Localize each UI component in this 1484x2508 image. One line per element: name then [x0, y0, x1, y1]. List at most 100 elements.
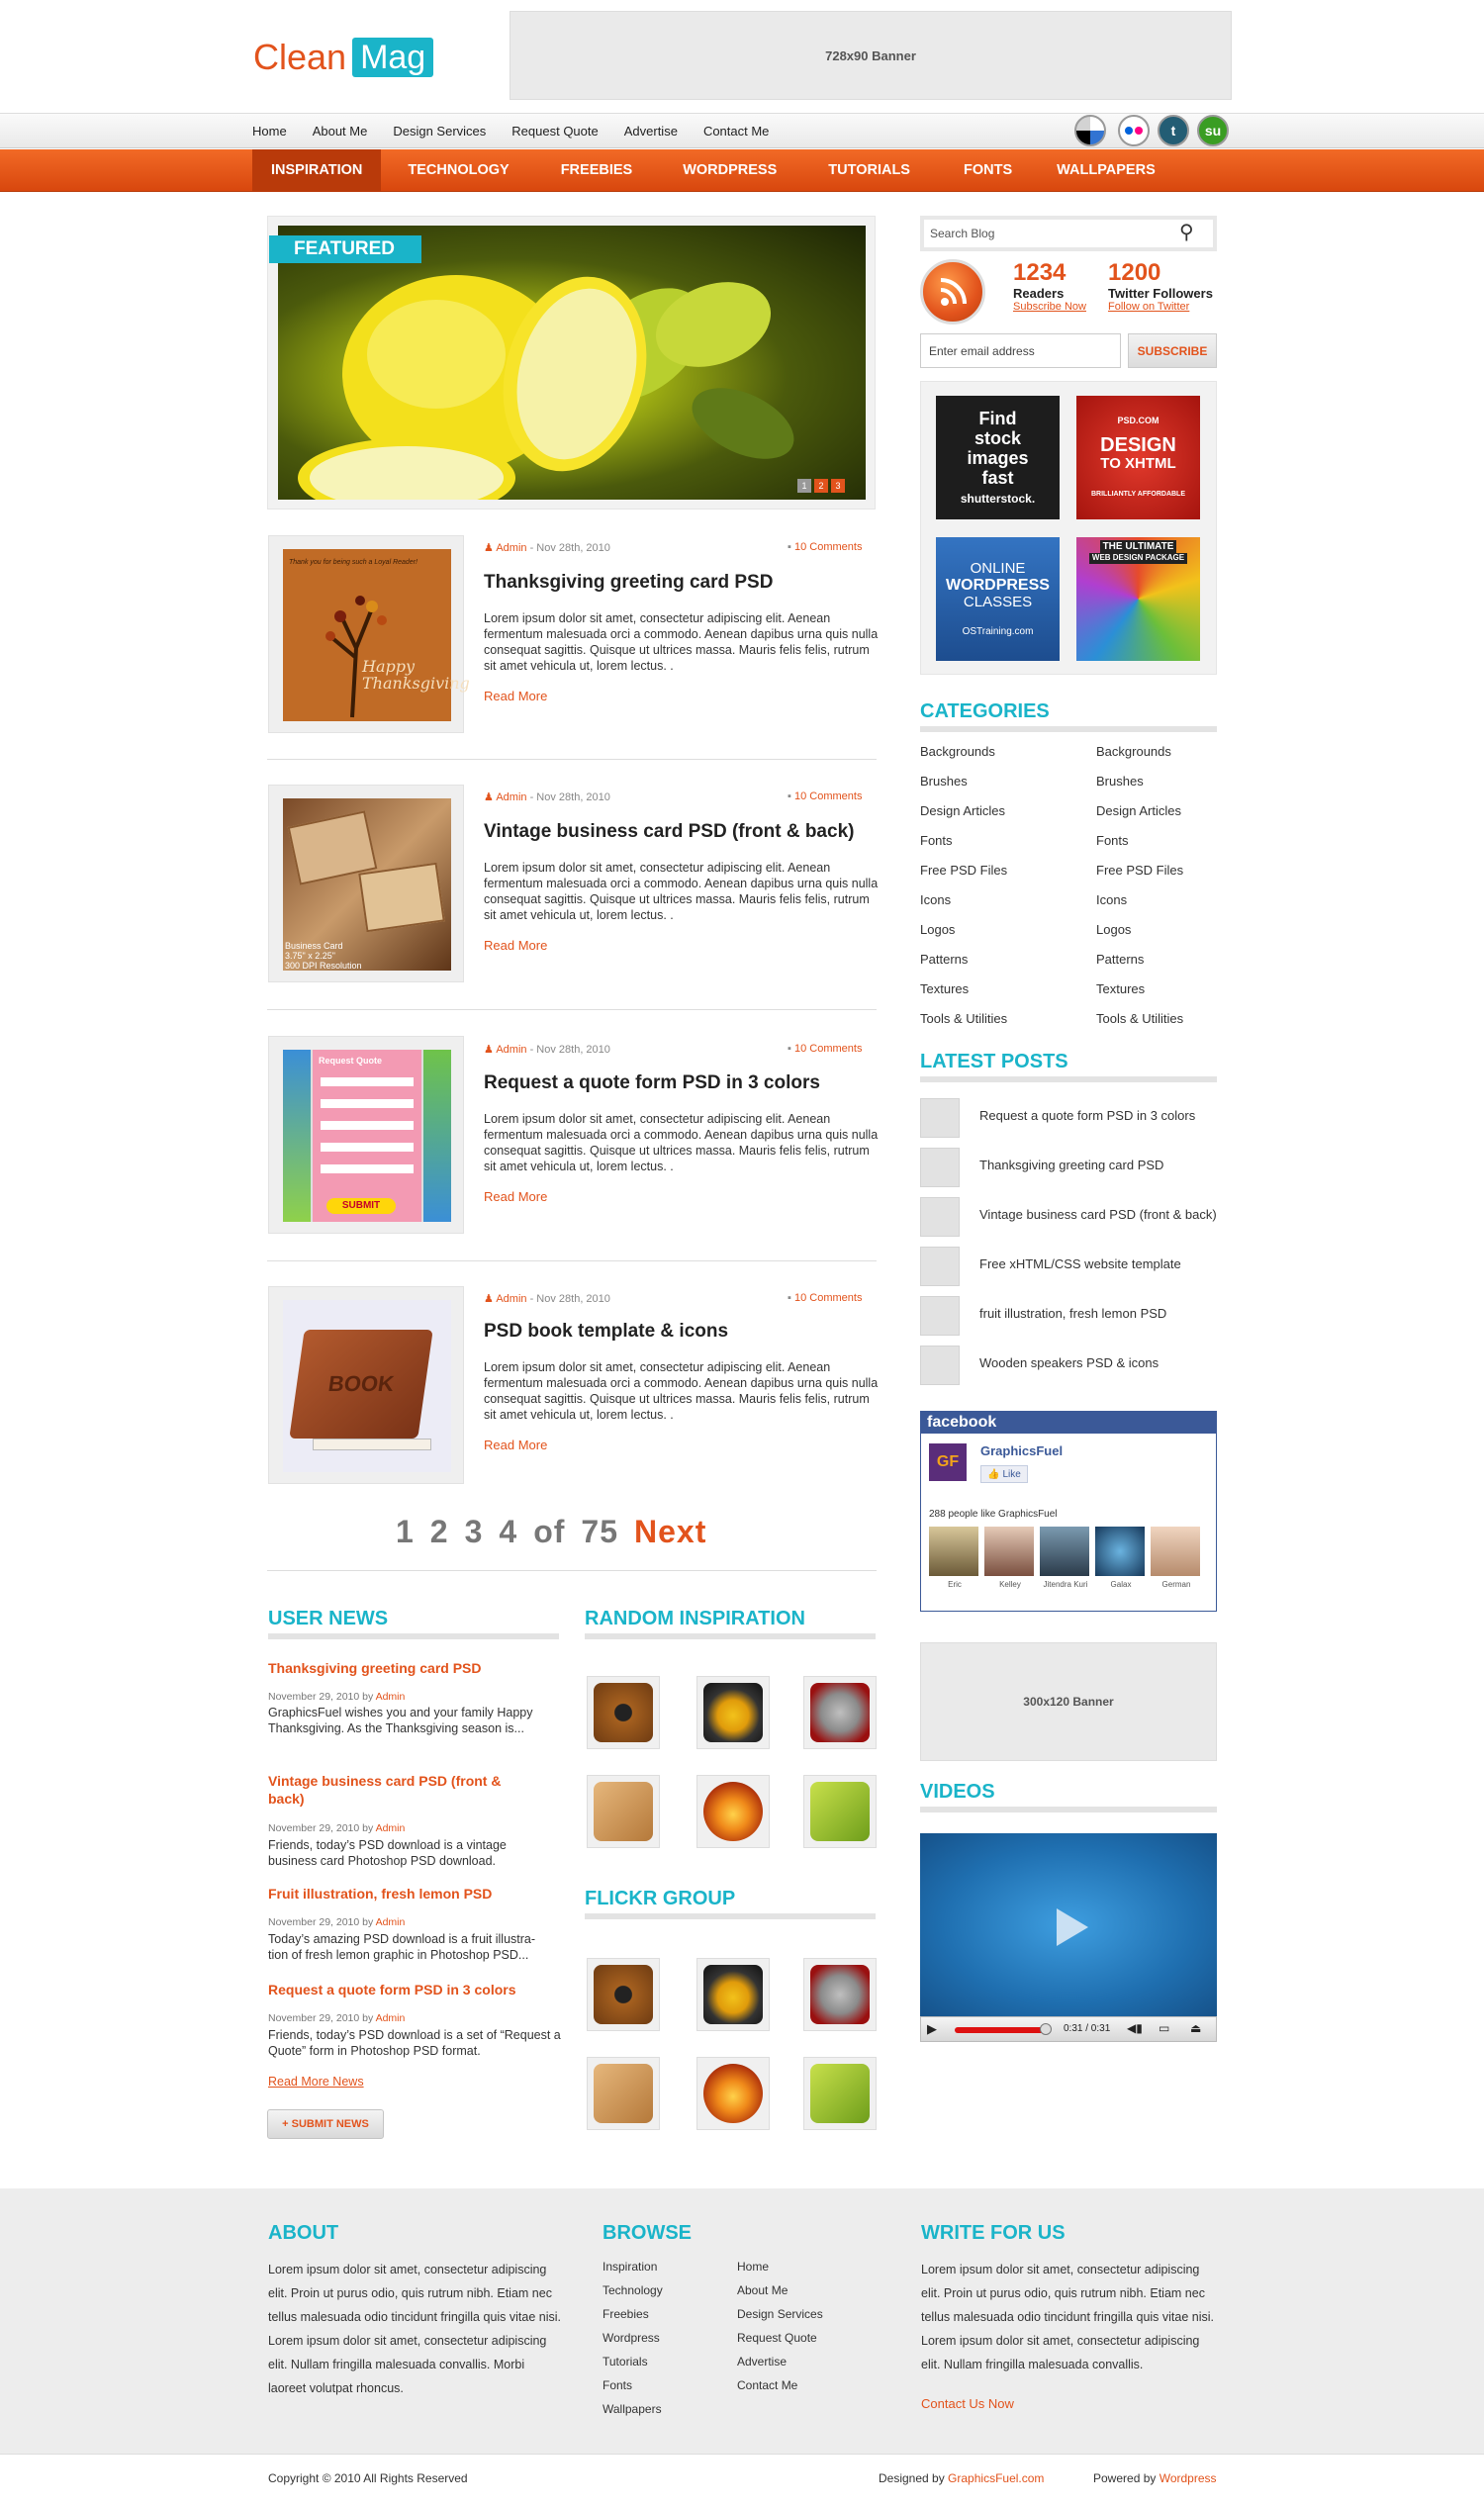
- post-comments[interactable]: ▪ 10 Comments: [788, 1292, 862, 1304]
- nav-freebies[interactable]: FREEBIES: [536, 149, 658, 192]
- page-3[interactable]: 3: [465, 1514, 484, 1550]
- latest-post-link[interactable]: Thanksgiving greeting card PSD: [979, 1158, 1163, 1172]
- web-design-package-ad[interactable]: THE ULTIMATE WEB DESIGN PACKAGE: [1076, 537, 1200, 661]
- category-link[interactable]: Patterns: [920, 952, 1096, 967]
- latest-post-thumb[interactable]: [920, 1346, 960, 1385]
- category-link[interactable]: Design Articles: [920, 803, 1096, 818]
- top-banner-ad[interactable]: 728x90 Banner: [510, 11, 1232, 100]
- wordpress-classes-ad[interactable]: ONLINE WORDPRESS CLASSES OSTraining.com: [936, 537, 1060, 661]
- latest-post-thumb[interactable]: [920, 1247, 960, 1286]
- nav-fonts[interactable]: FONTS: [936, 149, 1040, 192]
- news-author[interactable]: Admin: [376, 2012, 406, 2024]
- footer-link[interactable]: Contact Me: [737, 2373, 823, 2397]
- pumpkin-icon[interactable]: [696, 1775, 770, 1848]
- featured-page-1[interactable]: 1: [797, 479, 811, 493]
- latest-post-link[interactable]: fruit illustration, fresh lemon PSD: [979, 1306, 1166, 1321]
- search-input[interactable]: Search Blog: [920, 216, 1217, 251]
- footer-link[interactable]: Home: [737, 2255, 823, 2278]
- news-author[interactable]: Admin: [376, 1691, 406, 1703]
- post-thumbnail[interactable]: Thank you for being such a Loyal Reader!…: [268, 535, 470, 733]
- category-link[interactable]: Design Articles: [1096, 803, 1215, 818]
- category-link[interactable]: Backgrounds: [1096, 744, 1215, 759]
- box-icon[interactable]: [587, 2057, 660, 2130]
- facebook-page-name[interactable]: GraphicsFuel: [980, 1443, 1063, 1458]
- category-link[interactable]: Brushes: [1096, 774, 1215, 789]
- contact-us-link[interactable]: Contact Us Now: [921, 2396, 1014, 2411]
- category-link[interactable]: Backgrounds: [920, 744, 1096, 759]
- video-play-icon[interactable]: ▶: [927, 2021, 937, 2037]
- featured-page-3[interactable]: 3: [831, 479, 845, 493]
- page-2[interactable]: 2: [430, 1514, 449, 1550]
- post-author[interactable]: Admin: [496, 791, 526, 803]
- stumbleupon-icon[interactable]: su: [1197, 115, 1229, 146]
- designed-by-link[interactable]: GraphicsFuel.com: [948, 2471, 1044, 2485]
- category-link[interactable]: Fonts: [1096, 833, 1215, 848]
- read-more-news-link[interactable]: Read More News: [268, 2075, 364, 2089]
- speaker-icon[interactable]: [587, 1958, 660, 2031]
- category-link[interactable]: Logos: [920, 922, 1096, 937]
- category-link[interactable]: Tools & Utilities: [920, 1011, 1096, 1026]
- post-thumbnail[interactable]: BOOK: [268, 1286, 464, 1484]
- robot-icon[interactable]: [803, 1676, 877, 1749]
- screen-size-icon[interactable]: ▭: [1159, 2021, 1169, 2035]
- post-title[interactable]: Request a quote form PSD in 3 colors: [484, 1072, 820, 1094]
- design-to-xhtml-ad[interactable]: PSD.COM DESIGN TO XHTML BRILLIANTLY AFFO…: [1076, 396, 1200, 519]
- featured-page-2[interactable]: 2: [814, 479, 828, 493]
- news-title[interactable]: Request a quote form PSD in 3 colors: [268, 1981, 555, 1998]
- nav-wordpress[interactable]: WORDPRESS: [657, 149, 802, 192]
- submit-news-button[interactable]: + SUBMIT NEWS: [267, 2109, 384, 2139]
- email-field[interactable]: Enter email address: [920, 333, 1121, 368]
- site-logo[interactable]: Clean Mag: [253, 37, 434, 77]
- book-icon[interactable]: [803, 1775, 877, 1848]
- footer-link[interactable]: Freebies: [603, 2302, 663, 2326]
- category-link[interactable]: Textures: [1096, 981, 1215, 996]
- news-title[interactable]: Thanksgiving greeting card PSD: [268, 1659, 555, 1677]
- nav-technology[interactable]: TECHNOLOGY: [381, 149, 535, 192]
- top-link-design-services[interactable]: Design Services: [393, 124, 486, 139]
- post-thumbnail[interactable]: Request Quote SUBMIT: [268, 1036, 464, 1234]
- powered-by-link[interactable]: Wordpress: [1159, 2471, 1217, 2485]
- category-link[interactable]: Tools & Utilities: [1096, 1011, 1215, 1026]
- category-link[interactable]: Fonts: [920, 833, 1096, 848]
- fullscreen-icon[interactable]: ⏏: [1190, 2021, 1201, 2035]
- page-1[interactable]: 1: [396, 1514, 415, 1550]
- page-4[interactable]: 4: [499, 1514, 517, 1550]
- top-link-about[interactable]: About Me: [313, 124, 368, 139]
- featured-lemon-image[interactable]: [278, 226, 866, 500]
- page-total[interactable]: 75: [581, 1514, 618, 1550]
- post-author[interactable]: Admin: [496, 1293, 526, 1305]
- latest-post-thumb[interactable]: [920, 1148, 960, 1187]
- read-more-link[interactable]: Read More: [484, 1438, 547, 1452]
- subscribe-now-link[interactable]: Subscribe Now: [1013, 301, 1086, 313]
- nav-wallpapers[interactable]: WALLPAPERS: [1040, 149, 1172, 192]
- category-link[interactable]: Free PSD Files: [1096, 863, 1215, 878]
- fan-avatar[interactable]: Kelley: [984, 1527, 1036, 1589]
- read-more-link[interactable]: Read More: [484, 689, 547, 703]
- footer-link[interactable]: Inspiration: [603, 2255, 663, 2278]
- shutterstock-ad[interactable]: Find stock images fast shutterstock.: [936, 396, 1060, 519]
- category-link[interactable]: Logos: [1096, 922, 1215, 937]
- category-link[interactable]: Textures: [920, 981, 1096, 996]
- latest-post-thumb[interactable]: [920, 1296, 960, 1336]
- book-icon[interactable]: [803, 2057, 877, 2130]
- top-link-advertise[interactable]: Advertise: [624, 124, 678, 139]
- latest-post-thumb[interactable]: [920, 1197, 960, 1237]
- post-author[interactable]: Admin: [496, 1044, 526, 1056]
- fan-avatar[interactable]: Eric: [929, 1527, 980, 1589]
- footer-link[interactable]: Request Quote: [737, 2326, 823, 2350]
- search-icon[interactable]: ⚲: [1179, 220, 1194, 244]
- fan-avatar[interactable]: Galax: [1095, 1527, 1147, 1589]
- lantern-icon[interactable]: [696, 1958, 770, 2031]
- category-link[interactable]: Free PSD Files: [920, 863, 1096, 878]
- latest-post-thumb[interactable]: [920, 1098, 960, 1138]
- category-link[interactable]: Brushes: [920, 774, 1096, 789]
- pumpkin-icon[interactable]: [696, 2057, 770, 2130]
- footer-link[interactable]: Tutorials: [603, 2350, 663, 2373]
- footer-link[interactable]: Advertise: [737, 2350, 823, 2373]
- category-link[interactable]: Icons: [920, 892, 1096, 907]
- post-comments[interactable]: ▪ 10 Comments: [788, 1043, 862, 1055]
- fan-avatar[interactable]: German: [1151, 1527, 1202, 1589]
- news-author[interactable]: Admin: [376, 1822, 406, 1834]
- footer-link[interactable]: Fonts: [603, 2373, 663, 2397]
- facebook-like-button[interactable]: 👍 Like: [980, 1465, 1028, 1483]
